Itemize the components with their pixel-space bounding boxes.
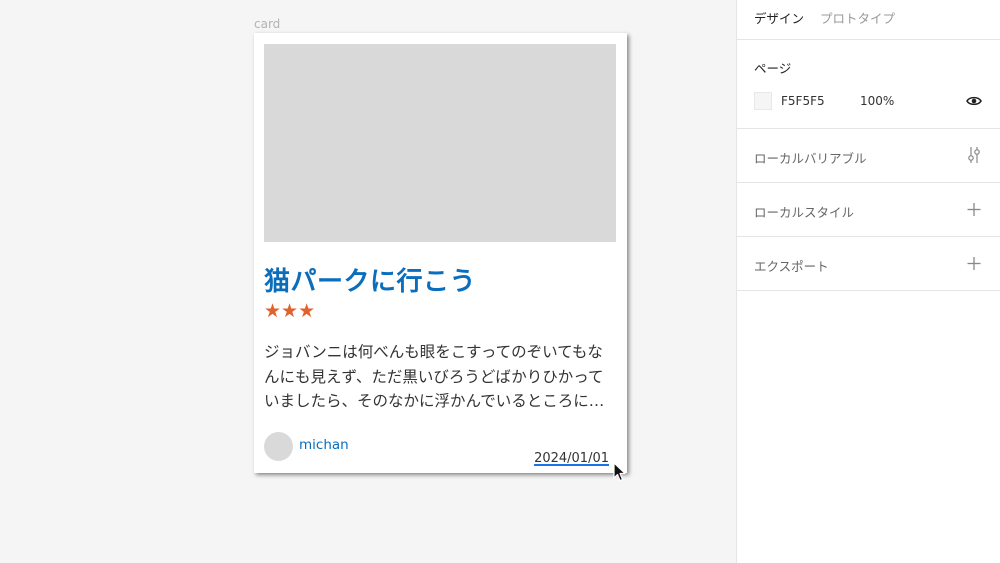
- tab-design[interactable]: デザイン: [754, 8, 804, 27]
- mouse-cursor-icon: [613, 462, 626, 482]
- page-section: ページ F5F5F5 100%: [737, 40, 1000, 129]
- local-styles-section[interactable]: ローカルスタイル: [737, 183, 1000, 237]
- card-body-text[interactable]: ジョバンニは何べんも眼をこすってのぞいてもなんにも見えず、ただ黒いびろうどばかり…: [264, 340, 616, 414]
- export-section[interactable]: エクスポート: [737, 237, 1000, 291]
- page-fill-swatch[interactable]: [754, 92, 772, 110]
- export-label: エクスポート: [754, 259, 829, 274]
- author-name[interactable]: michan: [299, 437, 349, 453]
- card-image-placeholder[interactable]: [264, 44, 616, 242]
- page-fill-opacity[interactable]: 100%: [860, 94, 894, 108]
- canvas[interactable]: card 猫パークに行こう ★★★ ジョバンニは何べんも眼をこすってのぞいてもな…: [0, 0, 736, 563]
- properties-panel: デザイン プロトタイプ ページ F5F5F5 100% ローカルバリアブル ロー…: [736, 0, 1000, 563]
- date-text[interactable]: 2024/01/01: [534, 451, 609, 466]
- sliders-icon[interactable]: [966, 146, 982, 164]
- plus-icon[interactable]: [966, 254, 982, 272]
- card-frame[interactable]: 猫パークに行こう ★★★ ジョバンニは何べんも眼をこすってのぞいてもなんにも見え…: [254, 33, 627, 473]
- plus-icon[interactable]: [966, 200, 982, 218]
- local-variables-section[interactable]: ローカルバリアブル: [737, 129, 1000, 183]
- eye-icon[interactable]: [966, 95, 982, 107]
- local-styles-label: ローカルスタイル: [754, 205, 855, 220]
- avatar[interactable]: [264, 432, 293, 461]
- card-title[interactable]: 猫パークに行こう: [264, 261, 476, 298]
- frame-label[interactable]: card: [254, 17, 280, 31]
- tab-prototype[interactable]: プロトタイプ: [820, 8, 895, 27]
- rating-stars[interactable]: ★★★: [264, 300, 315, 322]
- page-section-title: ページ: [754, 61, 792, 76]
- page-fill-hex[interactable]: F5F5F5: [781, 94, 825, 108]
- panel-tabs: デザイン プロトタイプ: [737, 0, 1000, 40]
- local-variables-label: ローカルバリアブル: [754, 151, 867, 166]
